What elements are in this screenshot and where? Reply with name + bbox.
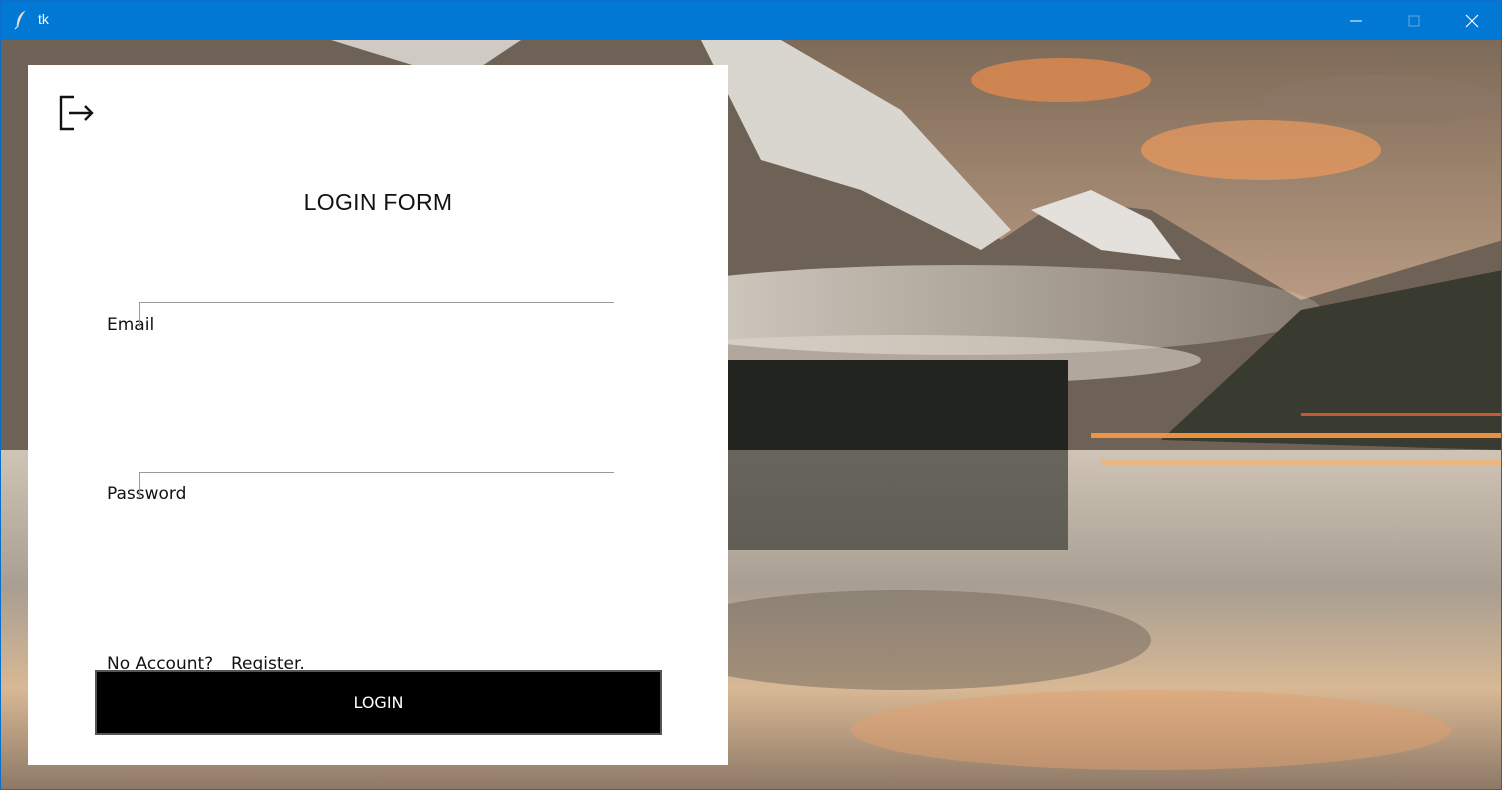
close-icon xyxy=(1465,14,1479,28)
feather-icon xyxy=(14,10,26,30)
password-field[interactable] xyxy=(139,472,614,497)
email-field[interactable] xyxy=(139,302,614,327)
minimize-button[interactable] xyxy=(1327,1,1385,40)
page-title: LOGIN FORM xyxy=(303,189,453,215)
window-title: tk xyxy=(38,11,49,27)
title-bar[interactable]: tk xyxy=(1,1,1501,40)
app-window: tk LOGIN FORM Email Password No Account?… xyxy=(0,0,1502,790)
maximize-icon xyxy=(1408,15,1420,27)
login-button[interactable]: LOGIN xyxy=(95,670,662,735)
login-panel: LOGIN FORM Email Password No Account? Re… xyxy=(28,65,728,765)
close-button[interactable] xyxy=(1443,1,1501,40)
logout-icon[interactable] xyxy=(59,95,95,131)
minimize-icon xyxy=(1350,20,1362,22)
maximize-button[interactable] xyxy=(1385,1,1443,40)
